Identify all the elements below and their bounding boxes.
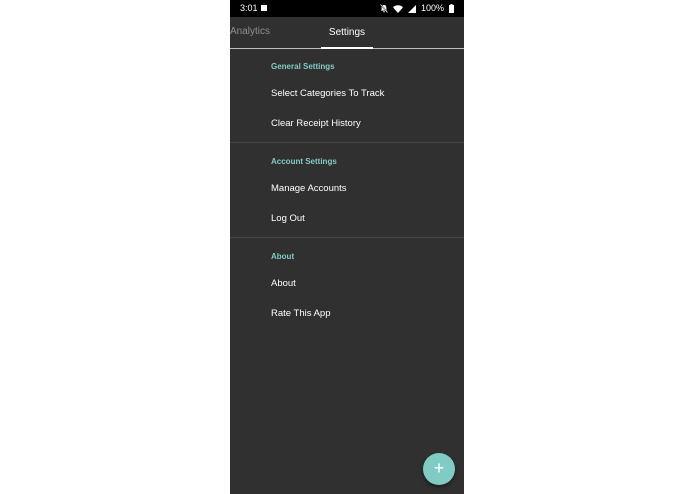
tab-settings[interactable]: Settings xyxy=(321,17,373,48)
rate-this-app-item[interactable]: Rate This App xyxy=(230,302,464,332)
general-settings-section: General Settings Select Categories To Tr… xyxy=(230,48,464,143)
signal-icon xyxy=(407,4,416,13)
about-item[interactable]: About xyxy=(230,272,464,302)
about-section: About About Rate This App xyxy=(230,238,464,332)
log-out-item[interactable]: Log Out xyxy=(230,207,464,237)
section-header-general: General Settings xyxy=(271,62,335,71)
account-settings-section: Account Settings Manage Accounts Log Out xyxy=(230,143,464,238)
manage-accounts-item[interactable]: Manage Accounts xyxy=(230,177,464,207)
battery-percentage: 100% xyxy=(420,3,444,13)
battery-icon xyxy=(449,4,454,13)
tab-bar: Analytics Settings xyxy=(230,17,464,49)
settings-list: General Settings Select Categories To Tr… xyxy=(230,48,464,332)
add-fab-button[interactable]: + xyxy=(423,453,455,485)
section-header-about: About xyxy=(271,252,295,261)
image-icon xyxy=(261,5,267,11)
mute-icon xyxy=(379,4,388,13)
section-header-account: Account Settings xyxy=(271,157,337,166)
plus-icon: + xyxy=(433,458,445,478)
status-icons: 100% xyxy=(379,2,454,15)
tab-analytics[interactable]: Analytics xyxy=(230,26,270,37)
wifi-icon xyxy=(392,4,403,13)
status-time: 3:01 xyxy=(240,3,258,13)
status-bar: 3:01 100% xyxy=(230,0,464,17)
phone-screen: 3:01 100% Analytics Settings General Set… xyxy=(230,0,464,494)
select-categories-item[interactable]: Select Categories To Track xyxy=(230,82,464,112)
clear-receipt-history-item[interactable]: Clear Receipt History xyxy=(230,112,464,142)
